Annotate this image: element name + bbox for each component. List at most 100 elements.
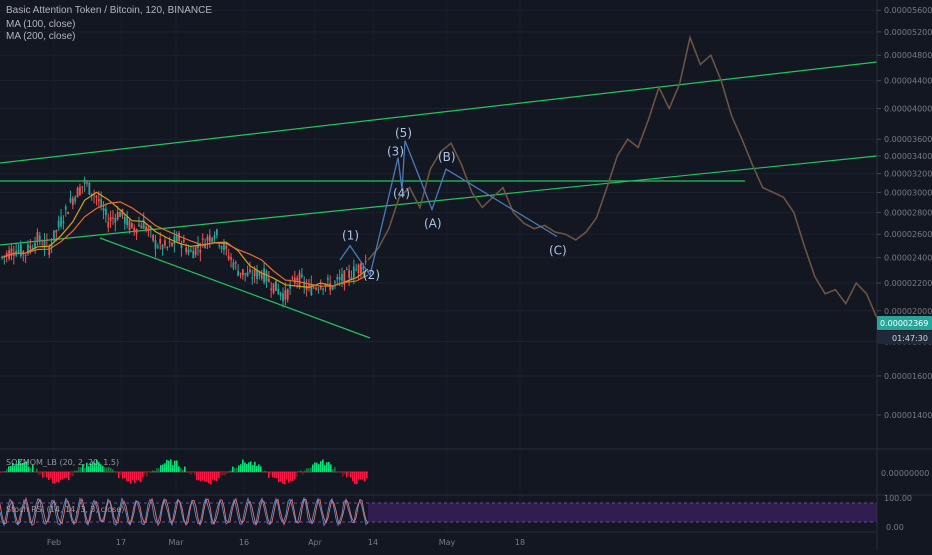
sqz-bar	[340, 471, 342, 472]
price-tick-label-8: 0.00003000	[884, 188, 932, 197]
sqz-bar	[216, 472, 218, 481]
candle-body	[284, 290, 286, 299]
sqz-bar	[34, 471, 36, 472]
sqz-bar	[162, 465, 164, 472]
sqz-label: SQZMOM_LB (20, 2, 20, 1.5)	[6, 458, 119, 467]
sqz-bar	[80, 467, 82, 472]
sqz-bar	[224, 472, 226, 475]
candle-body	[228, 256, 230, 259]
sqz-bar	[232, 467, 234, 472]
sqz-bar	[308, 468, 310, 472]
price-tick-label-1: 0.00005200	[884, 28, 932, 37]
candle-body	[183, 240, 185, 243]
sqz-bar	[200, 472, 202, 481]
candle-body	[353, 267, 355, 278]
countdown-text: 01:47:30	[892, 334, 928, 343]
price-chart[interactable]: (1)(2)(3)(4)(5)(A)(B)(C) 0.000056000.000…	[0, 0, 932, 550]
symbol-title[interactable]: Basic Attention Token / Bitcoin, 120, BI…	[6, 5, 212, 16]
candle-body	[301, 275, 303, 277]
candle-body	[277, 289, 279, 294]
price-tick-label-6: 0.00003400	[884, 152, 932, 161]
sqz-bar	[244, 462, 246, 472]
sqz-bar	[180, 468, 182, 472]
sqz-bar	[2, 472, 4, 473]
candle-body	[65, 206, 67, 209]
candle-body	[292, 278, 294, 279]
sqz-bar	[326, 462, 328, 472]
sqz-bar	[74, 471, 76, 472]
stoch-top: 100.00	[884, 494, 912, 503]
sqz-bar	[198, 472, 200, 480]
time-label-5: 14	[368, 538, 378, 547]
candle-body	[190, 250, 192, 251]
sqz-bar	[366, 472, 368, 478]
sqz-bar	[234, 468, 236, 472]
sqz-bar	[130, 472, 132, 484]
sqz-bar	[46, 472, 48, 478]
sqz-bar	[242, 460, 244, 472]
candle-body	[216, 229, 218, 235]
sqz-bar	[40, 472, 42, 474]
sqz-bar	[218, 472, 220, 478]
sqz-bar	[190, 472, 192, 474]
candle-body	[327, 278, 329, 280]
ma200-legend[interactable]: MA (200, close)	[6, 31, 75, 42]
candle-body	[152, 235, 154, 241]
ma100-legend[interactable]: MA (100, close)	[6, 19, 75, 30]
sqz-bar	[84, 467, 86, 472]
sqz-bar	[260, 466, 262, 472]
candle-body	[79, 187, 81, 195]
candle-body	[136, 229, 138, 233]
candle-body	[185, 248, 187, 253]
wave-label-7: (C)	[549, 243, 567, 257]
wave-label-6: (B)	[438, 150, 456, 164]
candle-body	[117, 212, 119, 219]
candle-body	[55, 230, 57, 232]
candle-body	[348, 270, 350, 277]
candle-body	[162, 245, 164, 250]
candle-body	[308, 285, 310, 286]
wave-label-4: (5)	[395, 126, 412, 140]
candle-body	[145, 227, 147, 231]
sqz-bar	[28, 466, 30, 472]
sqz-bar	[286, 472, 288, 479]
candle-body	[74, 197, 76, 201]
sqz-bar	[120, 472, 122, 475]
stoch-label: Stoch RSI (14, 14, 3, 3, close)	[6, 505, 124, 514]
candle-body	[318, 289, 320, 290]
sqz-bar	[292, 472, 294, 481]
candle-body	[140, 226, 142, 229]
sqz-bar	[284, 472, 286, 484]
sqz-bar	[342, 472, 344, 477]
candle-body	[62, 221, 64, 223]
time-label-2: Mar	[168, 538, 184, 547]
sqz-bar	[178, 466, 180, 472]
sqz-bar	[116, 472, 118, 473]
sqz-bar	[50, 472, 52, 478]
candle-body	[268, 278, 270, 281]
candle-body	[339, 277, 341, 280]
candle-body	[249, 270, 251, 272]
sqz-bar	[56, 472, 58, 482]
sqz-bar	[126, 472, 128, 481]
candle-body	[81, 186, 83, 187]
candle-body	[360, 264, 362, 274]
sqz-bar	[266, 472, 268, 473]
sqz-bar	[346, 472, 348, 477]
sqz-bar	[330, 464, 332, 472]
time-label-7: 18	[515, 538, 525, 547]
sqz-bar	[60, 472, 62, 480]
sqz-bar	[220, 472, 222, 476]
candle-body	[261, 274, 263, 278]
sqz-bar	[352, 472, 354, 481]
candle-body	[107, 222, 109, 227]
candle-body	[251, 277, 253, 278]
time-label-4: Apr	[308, 538, 323, 547]
sqz-bar	[106, 468, 108, 472]
sqz-bar	[252, 465, 254, 472]
candle-body	[225, 246, 227, 249]
sqz-bar	[316, 463, 318, 472]
sqz-zero: 0.00000000	[881, 469, 929, 478]
sqz-bar	[138, 472, 140, 481]
sqz-bar	[58, 472, 60, 482]
